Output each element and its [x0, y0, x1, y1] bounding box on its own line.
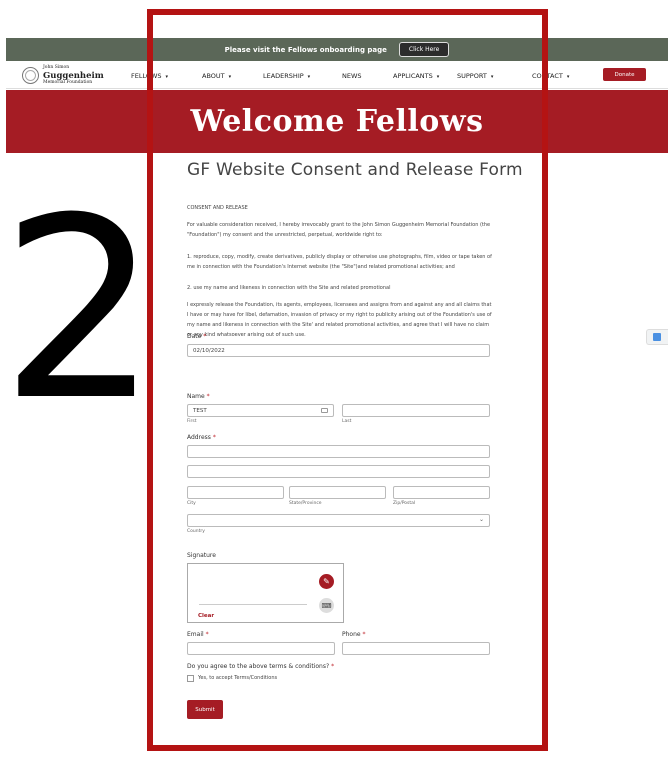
form-title: GF Website Consent and Release Form — [187, 160, 523, 180]
signature-pad[interactable]: ✎ ⌨ Clear — [187, 563, 344, 623]
side-widget-icon[interactable] — [646, 329, 668, 345]
zip-field[interactable] — [393, 486, 490, 499]
address-label: Address * — [187, 434, 216, 441]
address-line-2-field[interactable] — [187, 465, 490, 478]
grant-list-item-2: 2. use my name and likeness in connectio… — [187, 285, 391, 291]
chevron-down-icon: ⌄ — [478, 516, 484, 523]
state-field[interactable] — [289, 486, 386, 499]
step-number: 2 — [0, 164, 159, 455]
announcement-message: Please visit the Fellows onboarding page — [224, 45, 387, 54]
chevron-down-icon: ▾ — [566, 74, 570, 80]
terms-option-label: Yes, to accept Terms/Conditions — [198, 675, 278, 681]
logo-line-3: Memorial Foundation — [43, 80, 93, 85]
name-label: Name * — [187, 393, 210, 400]
phone-field[interactable] — [342, 642, 490, 655]
announcement-bar: Please visit the Fellows onboarding page… — [6, 38, 668, 61]
terms-question: Do you agree to the above terms & condit… — [187, 663, 335, 670]
hero-title: Welcome Fellows — [190, 104, 484, 139]
grant-list-item-1: 1. reproduce, copy, modify, create deriv… — [187, 254, 492, 270]
contact-card-icon — [321, 408, 328, 413]
first-name-field[interactable]: TEST — [187, 404, 334, 417]
state-sublabel: State/Province — [289, 501, 322, 506]
logo-line-1: John Simon — [43, 65, 70, 70]
foundation-logo[interactable]: John Simon Guggenheim Memorial Foundatio… — [22, 65, 104, 86]
last-sublabel: Last — [342, 419, 352, 424]
nav-item-applicants[interactable]: APPLICANTS ▾ — [393, 72, 439, 80]
keyboard-icon[interactable]: ⌨ — [319, 598, 334, 613]
chevron-down-icon: ▾ — [228, 74, 232, 80]
date-label: Date * — [187, 333, 207, 340]
signature-line — [199, 604, 307, 605]
country-select[interactable]: ⌄ — [187, 514, 490, 527]
date-field[interactable]: 02/10/2022 — [187, 344, 490, 357]
terms-checkbox[interactable] — [187, 675, 194, 682]
section-heading: CONSENT AND RELEASE — [187, 205, 248, 211]
city-field[interactable] — [187, 486, 284, 499]
nav-item-about[interactable]: ABOUT ▾ — [202, 72, 231, 80]
city-sublabel: City — [187, 501, 196, 506]
release-paragraph: I expressly release the Foundation, its … — [187, 302, 492, 338]
email-label: Email * — [187, 631, 209, 638]
donate-button[interactable]: Donate — [603, 68, 646, 81]
email-field[interactable] — [187, 642, 335, 655]
submit-button[interactable]: Submit — [187, 700, 223, 719]
nav-item-contact[interactable]: CONTACT ▾ — [532, 72, 569, 80]
pen-icon[interactable]: ✎ — [319, 574, 334, 589]
chevron-down-icon: ▾ — [490, 74, 494, 80]
chevron-down-icon: ▾ — [436, 74, 440, 80]
nav-item-fellows[interactable]: FELLOWS ▾ — [131, 72, 168, 80]
seal-icon — [22, 67, 39, 85]
zip-sublabel: Zip/Postal — [393, 501, 416, 506]
first-sublabel: First — [187, 419, 197, 424]
logo-line-2: Guggenheim — [43, 70, 104, 81]
click-here-button[interactable]: Click Here — [398, 42, 450, 57]
last-name-field[interactable] — [342, 404, 490, 417]
nav-item-support[interactable]: SUPPORT ▾ — [457, 72, 493, 80]
address-line-1-field[interactable] — [187, 445, 490, 458]
nav-item-leadership[interactable]: LEADERSHIP ▾ — [263, 72, 310, 80]
chevron-down-icon: ▾ — [307, 74, 311, 80]
intro-paragraph: For valuable consideration received, I h… — [187, 222, 491, 238]
chevron-down-icon: ▾ — [165, 74, 169, 80]
country-sublabel: Country — [187, 529, 205, 534]
phone-label: Phone * — [342, 631, 366, 638]
signature-label: Signature — [187, 552, 216, 559]
hero-banner: Welcome Fellows — [6, 90, 668, 153]
signature-clear-link[interactable]: Clear — [198, 613, 214, 619]
nav-item-news[interactable]: NEWS — [342, 72, 362, 80]
main-nav: John Simon Guggenheim Memorial Foundatio… — [6, 61, 668, 89]
